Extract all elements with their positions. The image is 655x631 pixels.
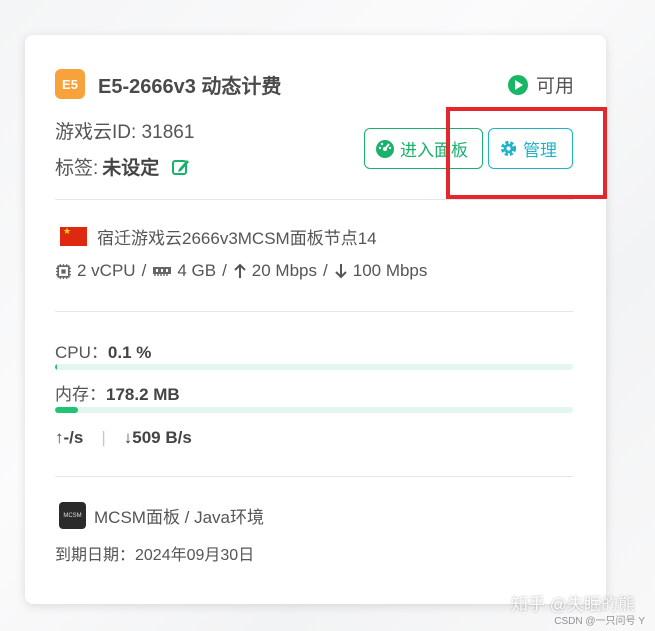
divider xyxy=(55,199,573,200)
net-separator: | xyxy=(101,428,106,447)
network-rate: ↑-/s | ↓509 B/s xyxy=(55,428,192,448)
memory-usage-value: 178.2 MB xyxy=(106,385,180,404)
download-spec: 100 Mbps xyxy=(352,261,428,280)
dashboard-icon xyxy=(376,139,394,158)
memory-usage-bar xyxy=(55,407,573,413)
tag-label: 标签: xyxy=(55,158,99,179)
node-location: 宿迁游戏云2666v3MCSM面板节点14 xyxy=(60,224,377,249)
mcsm-logo: MCSM xyxy=(59,502,86,529)
divider xyxy=(55,476,573,477)
memory-icon xyxy=(152,265,172,277)
china-flag-icon xyxy=(60,227,87,246)
cpu-spec: 2 vCPU xyxy=(77,261,136,280)
node-specs: 2 vCPU / 4 GB / 20 Mbps / 100 Mbps xyxy=(55,261,427,281)
location-label: 宿迁游戏云2666v3MCSM面板节点14 xyxy=(97,229,377,248)
cpu-badge: E5 xyxy=(55,69,85,99)
divider xyxy=(55,311,573,312)
cpu-usage-value: 0.1 % xyxy=(107,343,152,362)
cpu-usage-label: CPU： xyxy=(55,343,108,362)
server-title: E5-2666v3 动态计费 xyxy=(98,75,282,98)
cpu-usage-bar xyxy=(55,364,573,370)
status-label: 可用 xyxy=(535,76,574,97)
memory-usage: 内存：178.2 MB xyxy=(55,380,180,405)
net-download-rate: ↓509 B/s xyxy=(123,428,192,447)
card-header: E5 E5-2666v3 动态计费 xyxy=(55,69,281,99)
memory-usage-fill xyxy=(55,407,78,413)
upload-spec: 20 Mbps xyxy=(251,261,317,280)
edit-icon[interactable] xyxy=(171,157,191,177)
status-indicator: 可用 xyxy=(507,71,574,98)
app-info: MCSM MCSM面板 / Java环境 xyxy=(59,502,264,529)
arrow-down-icon xyxy=(334,263,348,279)
arrow-up-icon xyxy=(233,263,247,279)
tag-row: 标签: 未设定 xyxy=(55,153,191,180)
tag-value: 未设定 xyxy=(102,158,160,179)
cpu-chip-icon xyxy=(55,263,72,280)
highlight-box xyxy=(446,107,607,199)
cpu-usage: CPU：0.1 % xyxy=(55,338,151,363)
app-name: MCSM面板 / Java环境 xyxy=(94,508,265,527)
cpu-usage-fill xyxy=(55,364,57,370)
memory-usage-label: 内存： xyxy=(55,385,106,404)
watermark-sub: CSDN @一只问号 Y xyxy=(554,616,645,627)
play-icon xyxy=(507,74,528,95)
expiry-date: 到期日期：2024年09月30日 xyxy=(55,547,255,564)
game-id: 游戏云ID: 31861 xyxy=(55,122,195,143)
net-upload-rate: ↑-/s xyxy=(55,428,84,447)
ram-spec: 4 GB xyxy=(177,261,217,280)
